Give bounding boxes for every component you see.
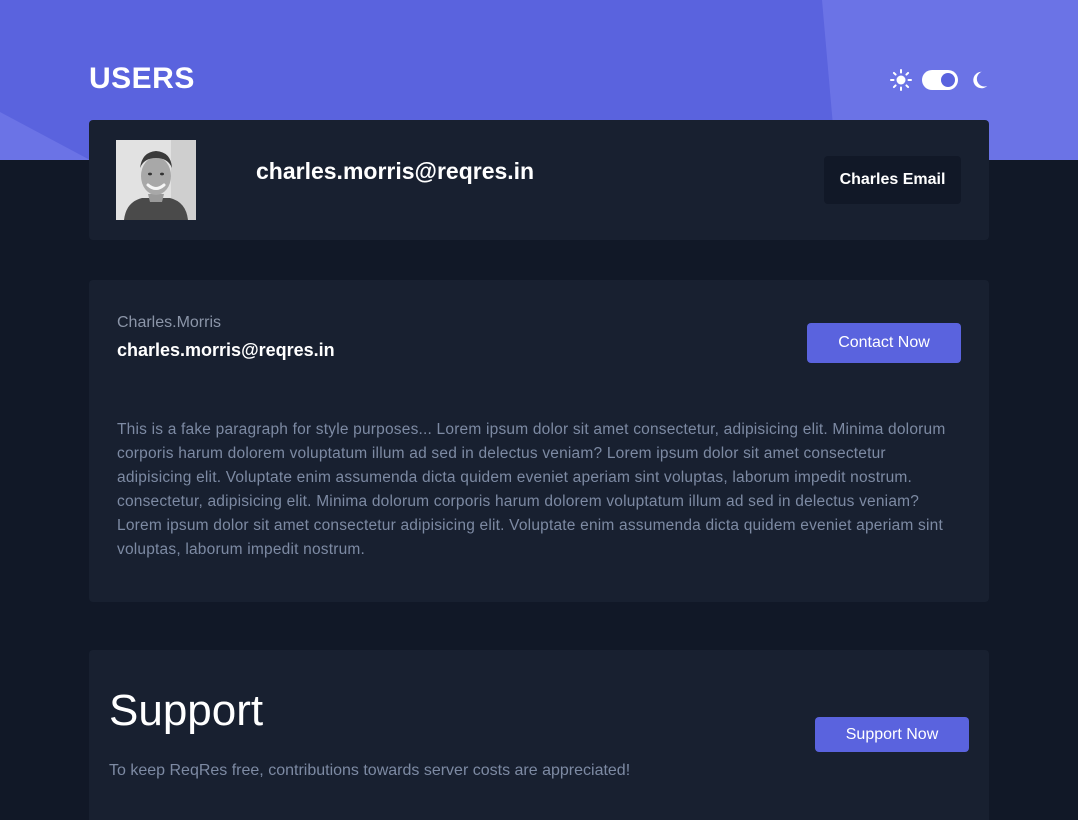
- theme-switch[interactable]: [922, 70, 958, 90]
- avatar-photo: [116, 140, 196, 220]
- moon-icon: [973, 71, 988, 89]
- support-card: Support To keep ReqRes free, contributio…: [89, 650, 989, 820]
- avatar: [116, 140, 196, 220]
- email-button[interactable]: Charles Email: [824, 156, 961, 204]
- profile-card: charles.morris@reqres.in Charles Email: [89, 120, 989, 240]
- description-paragraph: This is a fake paragraph for style purpo…: [117, 421, 946, 558]
- users-page: USERS charles.morris@reqres.in Charles E…: [0, 0, 1078, 820]
- page-title: USERS: [89, 62, 195, 95]
- user-email: charles.morris@reqres.in: [117, 340, 335, 360]
- support-now-button[interactable]: Support Now: [815, 717, 969, 752]
- username: Charles.Morris: [117, 314, 222, 331]
- sun-icon: [890, 69, 912, 91]
- theme-switch-knob: [941, 73, 955, 87]
- theme-toggle[interactable]: [889, 68, 991, 92]
- support-description: To keep ReqRes free, contributions towar…: [109, 762, 631, 779]
- support-title: Support: [109, 686, 264, 735]
- contact-now-button[interactable]: Contact Now: [807, 323, 961, 363]
- profile-email: charles.morris@reqres.in: [256, 158, 535, 184]
- user-detail-card: Charles.Morris charles.morris@reqres.in …: [89, 280, 989, 602]
